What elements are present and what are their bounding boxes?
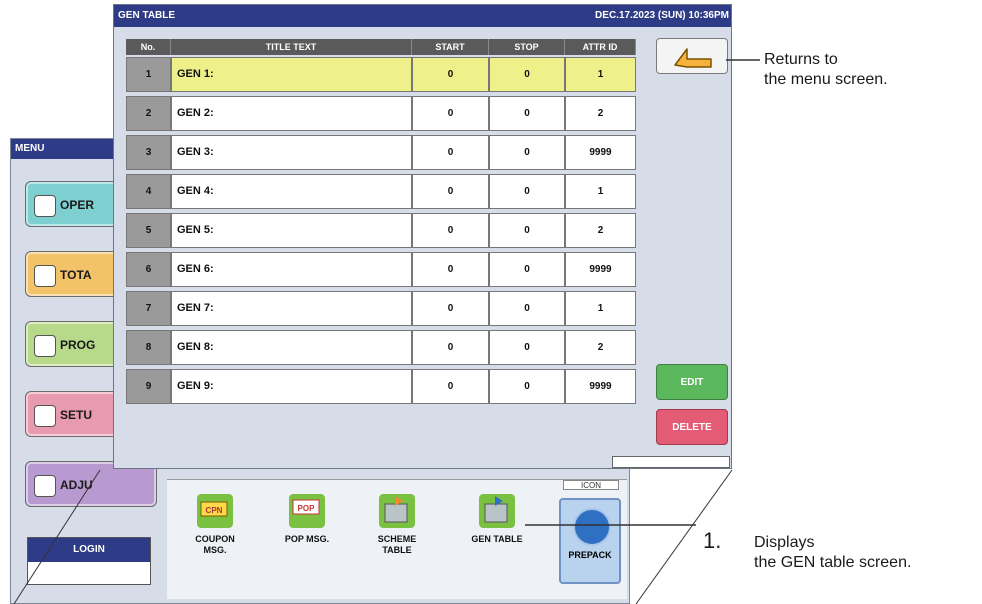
gen-annotation-line2: the GEN table screen. — [754, 554, 912, 571]
back-annotation-line2: the menu screen. — [764, 71, 888, 88]
gen-annotation-line1: Displays — [754, 534, 815, 551]
annotation-lines — [13, 59, 760, 604]
gen-annotation: Displays the GEN table screen. — [754, 533, 911, 573]
annotation-number: 1. — [703, 528, 722, 553]
back-annotation: Returns to the menu screen. — [764, 50, 888, 90]
back-annotation-line1: Returns to — [764, 51, 838, 68]
